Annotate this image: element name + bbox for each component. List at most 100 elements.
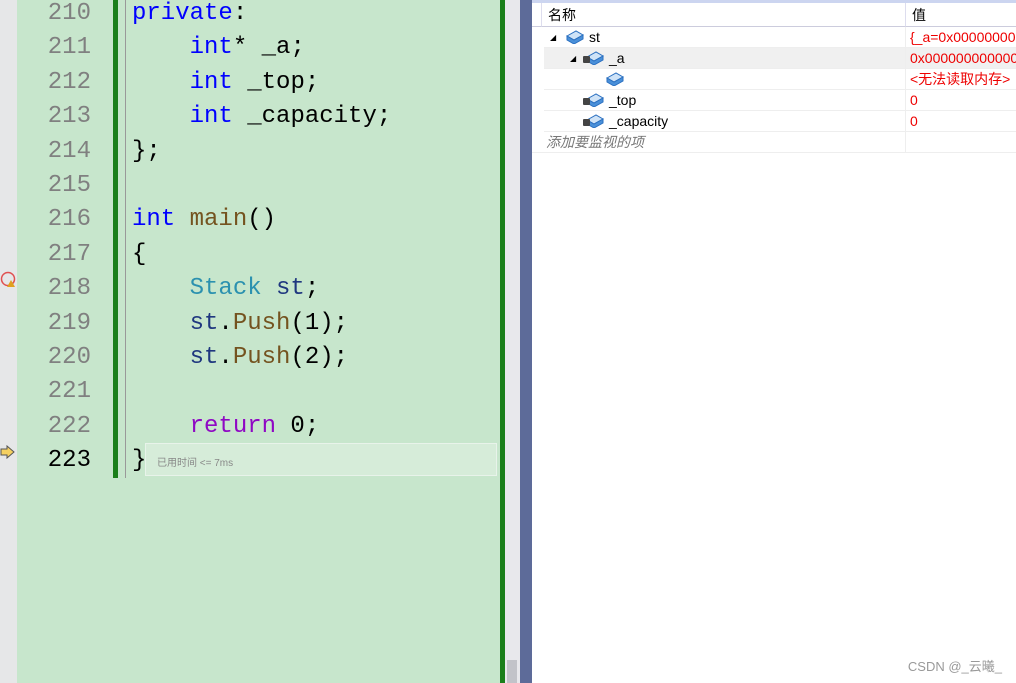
code-token: (2);: [290, 344, 349, 371]
line-number: 211: [47, 34, 91, 62]
watch-row[interactable]: ◢ st {_a=0x00000000: [544, 27, 1016, 48]
change-tracking-bar: [113, 0, 118, 478]
code-token: _capacity;: [232, 103, 392, 131]
code-line[interactable]: };: [132, 135, 161, 169]
glyph-margin[interactable]: [0, 0, 17, 683]
code-line[interactable]: int main(): [132, 203, 276, 237]
code-line[interactable]: st.Push(1);: [132, 307, 348, 341]
watermark: CSDN @_云曦_: [907, 659, 1002, 674]
watch-panel: 名称 值 ◢ st {_a=0x00000000 ◢ _a 0x000000000000 <…: [532, 0, 1016, 683]
watch-name: st: [589, 29, 600, 45]
code-token: st: [189, 309, 219, 337]
line-number: 222: [47, 412, 91, 440]
code-line[interactable]: {: [132, 238, 146, 272]
add-watch-placeholder[interactable]: 添加要监视的项: [532, 132, 906, 152]
editor-scrollbar[interactable]: [505, 0, 520, 683]
code-token: Push: [232, 309, 291, 337]
code-token: :: [232, 0, 248, 27]
code-token: .: [218, 344, 233, 371]
line-number: 219: [47, 309, 91, 337]
line-number: 220: [47, 344, 91, 371]
code-token: 0;: [276, 412, 320, 440]
panel-splitter[interactable]: [520, 0, 532, 683]
perf-tip: 已用时间 <= 7ms: [157, 458, 234, 469]
watch-name-cell: [544, 69, 906, 89]
watch-name-cell: _capacity: [544, 111, 906, 131]
expand-triangle-icon[interactable]: ◢: [550, 28, 556, 48]
add-watch-row[interactable]: 添加要监视的项: [532, 132, 1016, 153]
code-token: (1);: [290, 309, 349, 337]
line-number: 221: [47, 378, 91, 406]
code-line[interactable]: return 0;: [132, 410, 320, 444]
scrollbar-thumb[interactable]: [507, 660, 517, 683]
lock-icon: [583, 98, 590, 105]
code-token: int: [189, 68, 233, 96]
watch-name-cell: ◢ st: [544, 27, 906, 47]
code-line[interactable]: st.Push(2);: [132, 341, 348, 375]
code-token: (): [247, 206, 277, 234]
code-token: Stack: [189, 275, 262, 303]
code-token: int: [189, 103, 233, 131]
code-line[interactable]: Stack st;: [132, 272, 320, 306]
watch-name: _top: [609, 92, 637, 108]
line-number: 212: [47, 68, 91, 96]
watch-row[interactable]: <无法读取内存>: [544, 69, 1016, 90]
watch-row[interactable]: ◢ _a 0x000000000000: [544, 48, 1016, 69]
line-number: 218: [47, 275, 91, 303]
code-token: Push: [232, 344, 291, 371]
code-token: };: [132, 137, 161, 165]
line-number: 213: [47, 103, 91, 131]
line-number: 215: [47, 172, 91, 199]
lock-icon: [583, 56, 590, 63]
line-number: 214: [47, 137, 91, 165]
line-number: 223: [47, 447, 91, 475]
code-token: main: [189, 206, 248, 234]
code-token: * _a;: [232, 34, 305, 62]
code-token: private: [132, 0, 233, 27]
code-token: ;: [304, 275, 320, 303]
watch-row[interactable]: _capacity 0: [544, 111, 1016, 132]
code-token: {: [132, 240, 147, 268]
current-statement-arrow-icon: [0, 445, 15, 459]
code-token: st: [276, 275, 305, 303]
watch-row[interactable]: _top 0: [544, 90, 1016, 111]
watch-value: {_a=0x00000000: [910, 29, 1016, 45]
code-token: _top;: [232, 68, 320, 96]
code-line[interactable]: int _top;: [132, 66, 320, 100]
code-line[interactable]: private:: [132, 0, 247, 31]
watch-name-cell: _top: [544, 90, 906, 110]
watch-name: _capacity: [609, 113, 669, 129]
line-number: 217: [47, 240, 91, 268]
code-editor[interactable]: 已用时间 <= 7ms 210 private: 211 int* _a; 212 i…: [17, 0, 500, 683]
expand-triangle-icon[interactable]: ◢: [570, 49, 576, 69]
code-line[interactable]: }: [132, 444, 146, 478]
fold-guide: [125, 0, 126, 478]
object-icon: [605, 71, 625, 87]
code-token: int: [189, 34, 233, 62]
code-token: st: [189, 344, 219, 371]
breakpoint-warning-icon[interactable]: [0, 271, 18, 289]
code-token: }: [132, 447, 147, 475]
watch-value: <无法读取内存>: [910, 71, 1011, 87]
code-token: return: [189, 412, 277, 440]
code-line[interactable]: int* _a;: [132, 31, 305, 65]
line-number: 216: [47, 206, 91, 234]
code-token: .: [218, 309, 233, 337]
watch-name: _a: [609, 50, 625, 66]
code-line[interactable]: int _capacity;: [132, 100, 392, 134]
watch-value: 0: [910, 92, 918, 108]
column-header-name[interactable]: 名称: [542, 3, 906, 27]
watch-name-cell: ◢ _a: [544, 48, 906, 68]
column-header-value[interactable]: 值: [906, 3, 1016, 27]
watch-value: 0: [910, 113, 918, 129]
lock-icon: [583, 119, 590, 126]
